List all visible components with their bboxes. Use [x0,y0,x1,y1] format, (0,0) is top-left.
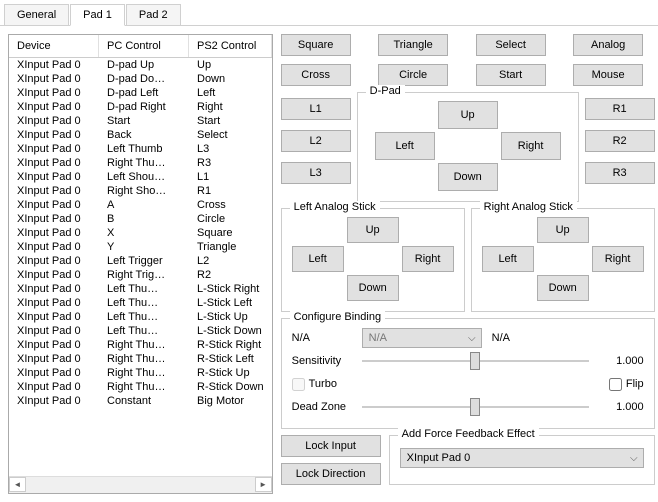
flip-checkbox[interactable]: Flip [609,378,644,391]
l1-button[interactable]: L1 [281,98,351,120]
dpad-left-button[interactable]: Left [375,132,435,160]
scroll-right-icon[interactable]: ► [255,477,272,492]
table-row[interactable]: XInput Pad 0YTriangle [9,240,272,254]
left-stick-legend: Left Analog Stick [290,201,380,213]
table-row[interactable]: XInput Pad 0D-pad Do…Down [9,72,272,86]
dpad-right-button[interactable]: Right [501,132,561,160]
sensitivity-label: Sensitivity [292,355,352,367]
header-pc-control[interactable]: PC Control [99,35,189,57]
configure-binding-group: Configure Binding N/A N/A N/A Sensitivit… [281,318,655,429]
lstick-right-button[interactable]: Right [402,246,454,272]
deadzone-label: Dead Zone [292,401,352,413]
binding-na-label: N/A [292,332,352,344]
table-row[interactable]: XInput Pad 0Right Thu…R-Stick Up [9,366,272,380]
table-row[interactable]: XInput Pad 0StartStart [9,114,272,128]
dpad-down-button[interactable]: Down [438,163,498,191]
rstick-up-button[interactable]: Up [537,217,589,243]
mouse-button[interactable]: Mouse [573,64,643,86]
r1-button[interactable]: R1 [585,98,655,120]
binding-combo[interactable]: N/A [362,328,482,348]
sensitivity-value: 1.000 [599,355,644,367]
tab-general[interactable]: General [4,4,69,25]
circle-button[interactable]: Circle [378,64,448,86]
start-button[interactable]: Start [476,64,546,86]
force-feedback-group: Add Force Feedback Effect XInput Pad 0 [389,435,655,485]
right-stick-group: Right Analog Stick Up Left Right Down [471,208,655,312]
lstick-up-button[interactable]: Up [347,217,399,243]
rstick-right-button[interactable]: Right [592,246,644,272]
table-row[interactable]: XInput Pad 0XSquare [9,226,272,240]
table-row[interactable]: XInput Pad 0Left Shou…L1 [9,170,272,184]
deadzone-slider[interactable] [362,397,589,417]
l3-button[interactable]: L3 [281,162,351,184]
table-row[interactable]: XInput Pad 0Left TriggerL2 [9,254,272,268]
table-row[interactable]: XInput Pad 0BackSelect [9,128,272,142]
scroll-left-icon[interactable]: ◄ [9,477,26,492]
lock-direction-button[interactable]: Lock Direction [281,463,381,485]
right-stick-legend: Right Analog Stick [480,201,577,213]
deadzone-value: 1.000 [599,401,644,413]
turbo-checkbox[interactable]: Turbo [292,378,352,391]
dpad-up-button[interactable]: Up [438,101,498,129]
left-stick-group: Left Analog Stick Up Left Right Down [281,208,465,312]
lstick-left-button[interactable]: Left [292,246,344,272]
table-row[interactable]: XInput Pad 0D-pad RightRight [9,100,272,114]
table-row[interactable]: XInput Pad 0BCircle [9,212,272,226]
square-button[interactable]: Square [281,34,351,56]
table-row[interactable]: XInput Pad 0Left Thu…L-Stick Up [9,310,272,324]
table-header: Device PC Control PS2 Control [9,35,272,58]
tab-pad2[interactable]: Pad 2 [126,4,181,25]
binding-na2-label: N/A [492,332,510,344]
force-feedback-device-combo[interactable]: XInput Pad 0 [400,448,644,468]
table-row[interactable]: XInput Pad 0ACross [9,198,272,212]
table-row[interactable]: XInput Pad 0Left Thu…L-Stick Left [9,296,272,310]
tab-bar: General Pad 1 Pad 2 [0,0,658,26]
lock-input-button[interactable]: Lock Input [281,435,381,457]
table-row[interactable]: XInput Pad 0ConstantBig Motor [9,394,272,408]
r3-button[interactable]: R3 [585,162,655,184]
dpad-group: D-Pad Up Left Right Down [357,92,579,202]
configure-binding-legend: Configure Binding [290,311,385,323]
force-feedback-legend: Add Force Feedback Effect [398,428,539,440]
select-button[interactable]: Select [476,34,546,56]
table-row[interactable]: XInput Pad 0Left ThumbL3 [9,142,272,156]
table-row[interactable]: XInput Pad 0Right Trig…R2 [9,268,272,282]
lstick-down-button[interactable]: Down [347,275,399,301]
rstick-down-button[interactable]: Down [537,275,589,301]
tab-pad1[interactable]: Pad 1 [70,4,125,26]
header-device[interactable]: Device [9,35,99,57]
table-row[interactable]: XInput Pad 0Right Thu…R-Stick Down [9,380,272,394]
horizontal-scrollbar[interactable]: ◄ ► [9,476,272,493]
table-row[interactable]: XInput Pad 0Right Sho…R1 [9,184,272,198]
table-row[interactable]: XInput Pad 0Right Thu…R3 [9,156,272,170]
cross-button[interactable]: Cross [281,64,351,86]
header-ps2-control[interactable]: PS2 Control [189,35,272,57]
bindings-table: Device PC Control PS2 Control XInput Pad… [8,34,273,494]
table-body[interactable]: XInput Pad 0D-pad UpUpXInput Pad 0D-pad … [9,58,272,476]
table-row[interactable]: XInput Pad 0D-pad UpUp [9,58,272,72]
analog-button[interactable]: Analog [573,34,643,56]
triangle-button[interactable]: Triangle [378,34,448,56]
r2-button[interactable]: R2 [585,130,655,152]
sensitivity-slider[interactable] [362,351,589,371]
table-row[interactable]: XInput Pad 0Right Thu…R-Stick Right [9,338,272,352]
rstick-left-button[interactable]: Left [482,246,534,272]
table-row[interactable]: XInput Pad 0Right Thu…R-Stick Left [9,352,272,366]
dpad-legend: D-Pad [366,85,405,97]
table-row[interactable]: XInput Pad 0Left Thu…L-Stick Down [9,324,272,338]
table-row[interactable]: XInput Pad 0Left Thu…L-Stick Right [9,282,272,296]
table-row[interactable]: XInput Pad 0D-pad LeftLeft [9,86,272,100]
l2-button[interactable]: L2 [281,130,351,152]
